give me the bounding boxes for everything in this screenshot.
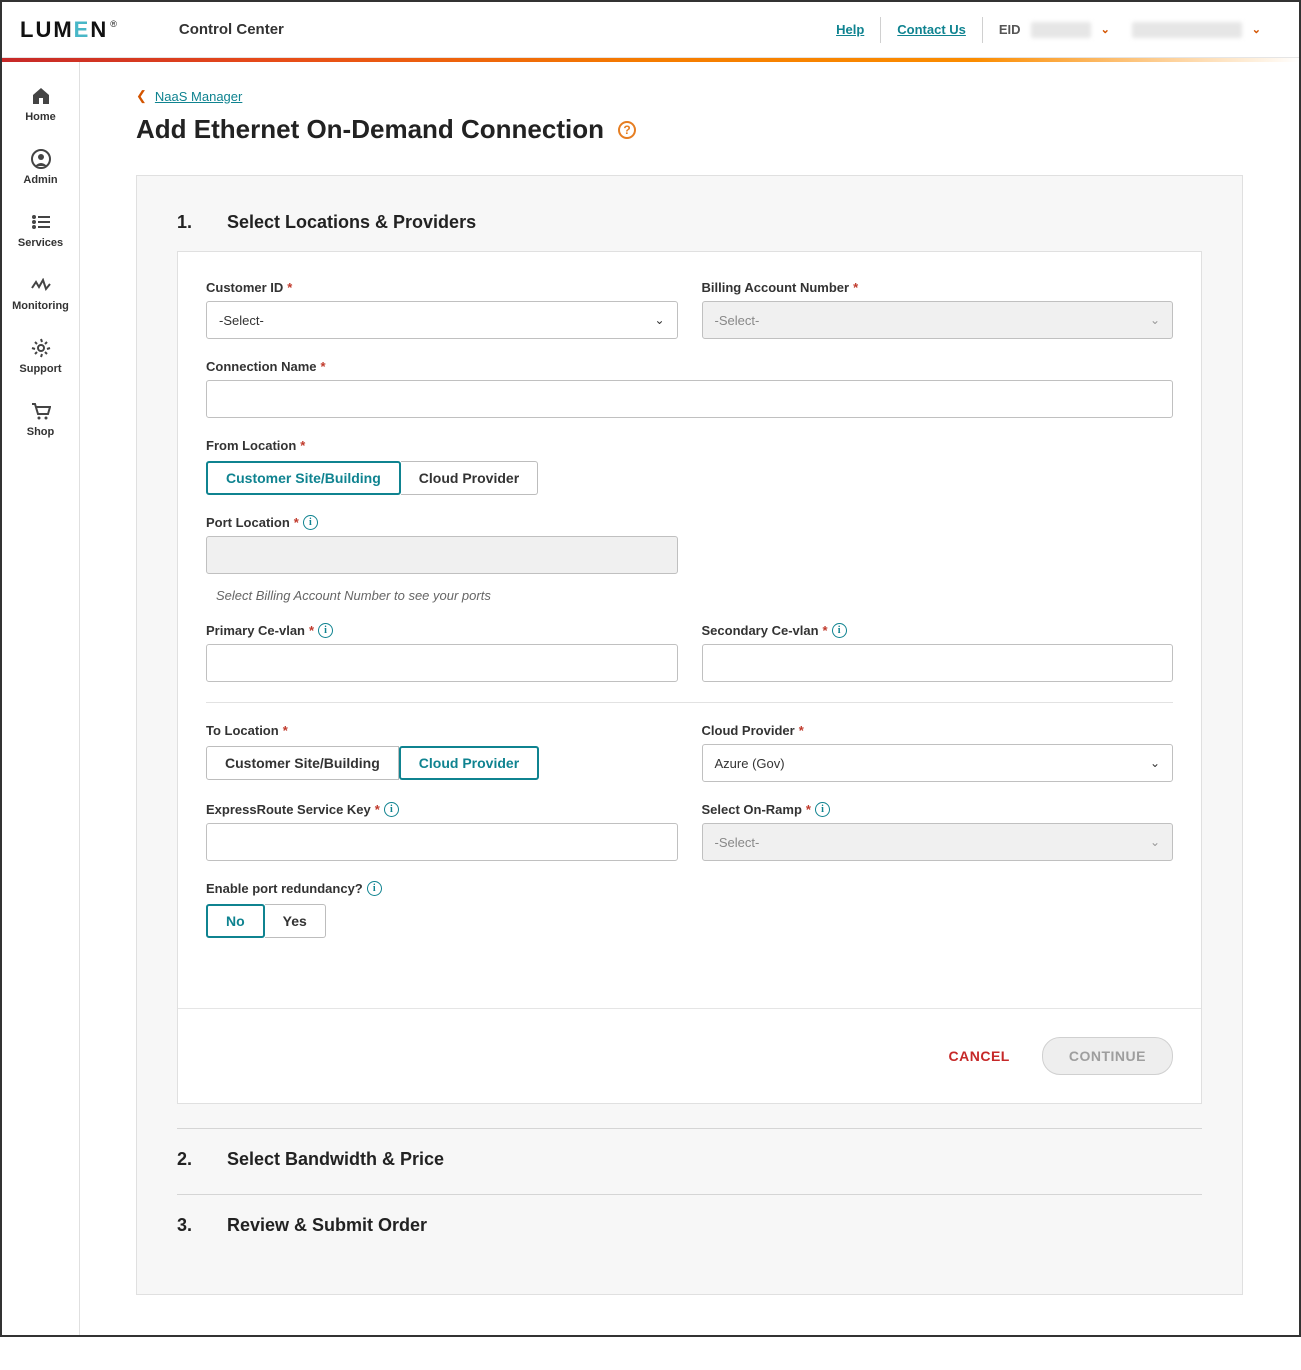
- port-redundancy-no-button[interactable]: No: [206, 904, 265, 938]
- continue-button[interactable]: CONTINUE: [1042, 1037, 1173, 1075]
- step-number: 1.: [177, 212, 197, 233]
- contact-us-link[interactable]: Contact Us: [881, 22, 982, 37]
- logo: LUMEN®: [20, 17, 119, 43]
- chevron-down-icon: ⌄: [654, 313, 664, 327]
- sidebar: Home Admin Services Monitoring: [2, 62, 80, 1335]
- info-icon[interactable]: i: [815, 802, 830, 817]
- from-location-toggle: Customer Site/Building Cloud Provider: [206, 461, 678, 495]
- user-value-redacted: [1132, 22, 1242, 38]
- step-2-bar[interactable]: 2. Select Bandwidth & Price: [177, 1128, 1202, 1170]
- select-onramp-label: Select On-Ramp* i: [702, 802, 1174, 817]
- sidebar-item-support[interactable]: Support: [2, 328, 79, 391]
- gear-icon: [31, 338, 51, 358]
- page-title: Add Ethernet On-Demand Connection ?: [136, 114, 1243, 145]
- info-icon[interactable]: i: [384, 802, 399, 817]
- eid-dropdown[interactable]: EID ⌄: [983, 22, 1124, 38]
- port-redundancy-yes-button[interactable]: Yes: [265, 904, 326, 938]
- cloud-provider-label: Cloud Provider*: [702, 723, 1174, 738]
- main-content: ❮ NaaS Manager Add Ethernet On-Demand Co…: [80, 62, 1299, 1335]
- sidebar-item-label: Services: [18, 237, 63, 249]
- app-title: Control Center: [179, 21, 284, 38]
- step-title: Review & Submit Order: [227, 1215, 427, 1236]
- content-card: 1. Select Locations & Providers Customer…: [136, 175, 1243, 1295]
- select-value: -Select-: [715, 835, 760, 850]
- sidebar-item-label: Monitoring: [12, 300, 69, 312]
- info-icon[interactable]: i: [367, 881, 382, 896]
- select-value: -Select-: [219, 313, 264, 328]
- list-icon: [31, 212, 51, 232]
- customer-id-label: Customer ID*: [206, 280, 678, 295]
- billing-account-label: Billing Account Number*: [702, 280, 1174, 295]
- sidebar-item-label: Support: [19, 363, 61, 375]
- select-value: -Select-: [715, 313, 760, 328]
- step-1-form-panel: Customer ID* -Select- ⌄ Billing Account …: [177, 251, 1202, 1104]
- customer-id-select[interactable]: -Select- ⌄: [206, 301, 678, 339]
- port-location-hint: Select Billing Account Number to see you…: [216, 588, 678, 603]
- select-onramp-select[interactable]: -Select- ⌄: [702, 823, 1174, 861]
- expressroute-key-input[interactable]: [206, 823, 678, 861]
- step-1-header: 1. Select Locations & Providers: [137, 212, 1242, 233]
- sidebar-item-label: Admin: [23, 174, 57, 186]
- page-title-text: Add Ethernet On-Demand Connection: [136, 114, 604, 145]
- connection-name-input[interactable]: [206, 380, 1173, 418]
- primary-cevlan-label: Primary Ce-vlan* i: [206, 623, 678, 638]
- to-location-customer-site-button[interactable]: Customer Site/Building: [206, 746, 399, 780]
- cancel-button[interactable]: CANCEL: [949, 1048, 1010, 1064]
- step-number: 3.: [177, 1215, 197, 1236]
- connection-name-label: Connection Name*: [206, 359, 1173, 374]
- sidebar-item-shop[interactable]: Shop: [2, 391, 79, 454]
- port-redundancy-label: Enable port redundancy? i: [206, 881, 678, 896]
- home-icon: [31, 86, 51, 106]
- user-icon: [31, 149, 51, 169]
- cart-icon: [31, 401, 51, 421]
- activity-icon: [31, 275, 51, 295]
- primary-cevlan-input[interactable]: [206, 644, 678, 682]
- to-location-cloud-provider-button[interactable]: Cloud Provider: [399, 746, 539, 780]
- secondary-cevlan-input[interactable]: [702, 644, 1174, 682]
- sidebar-item-home[interactable]: Home: [2, 76, 79, 139]
- step-3-bar[interactable]: 3. Review & Submit Order: [177, 1194, 1202, 1236]
- billing-account-select[interactable]: -Select- ⌄: [702, 301, 1174, 339]
- info-icon[interactable]: i: [303, 515, 318, 530]
- sidebar-item-admin[interactable]: Admin: [2, 139, 79, 202]
- eid-value-redacted: [1031, 22, 1091, 38]
- sidebar-item-monitoring[interactable]: Monitoring: [2, 265, 79, 328]
- header: LUMEN® Control Center Help Contact Us EI…: [2, 2, 1299, 58]
- sidebar-item-label: Shop: [27, 426, 55, 438]
- step-title: Select Locations & Providers: [227, 212, 476, 233]
- select-value: Azure (Gov): [715, 756, 785, 771]
- help-link[interactable]: Help: [820, 22, 880, 37]
- form-footer: CANCEL CONTINUE: [178, 1008, 1201, 1103]
- eid-label: EID: [999, 22, 1021, 37]
- chevron-left-icon: ❮: [136, 88, 147, 104]
- chevron-down-icon: ⌄: [1101, 23, 1110, 36]
- to-location-label: To Location*: [206, 723, 678, 738]
- from-location-cloud-provider-button[interactable]: Cloud Provider: [401, 461, 538, 495]
- expressroute-key-label: ExpressRoute Service Key* i: [206, 802, 678, 817]
- help-icon[interactable]: ?: [618, 121, 636, 139]
- port-location-select[interactable]: [206, 536, 678, 574]
- port-redundancy-toggle: No Yes: [206, 904, 678, 938]
- from-location-label: From Location*: [206, 438, 678, 453]
- info-icon[interactable]: i: [832, 623, 847, 638]
- cloud-provider-select[interactable]: Azure (Gov) ⌄: [702, 744, 1174, 782]
- sidebar-item-label: Home: [25, 111, 56, 123]
- chevron-down-icon: ⌄: [1150, 835, 1160, 849]
- chevron-down-icon: ⌄: [1150, 313, 1160, 327]
- chevron-down-icon: ⌄: [1150, 756, 1160, 770]
- breadcrumb: ❮ NaaS Manager: [136, 88, 1243, 104]
- secondary-cevlan-label: Secondary Ce-vlan* i: [702, 623, 1174, 638]
- to-location-toggle: Customer Site/Building Cloud Provider: [206, 746, 678, 780]
- divider: [206, 702, 1173, 703]
- step-number: 2.: [177, 1149, 197, 1170]
- info-icon[interactable]: i: [318, 623, 333, 638]
- breadcrumb-link[interactable]: NaaS Manager: [155, 89, 242, 104]
- sidebar-item-services[interactable]: Services: [2, 202, 79, 265]
- user-dropdown[interactable]: ⌄: [1124, 22, 1275, 38]
- port-location-label: Port Location* i: [206, 515, 678, 530]
- from-location-customer-site-button[interactable]: Customer Site/Building: [206, 461, 401, 495]
- chevron-down-icon: ⌄: [1252, 23, 1261, 36]
- step-title: Select Bandwidth & Price: [227, 1149, 444, 1170]
